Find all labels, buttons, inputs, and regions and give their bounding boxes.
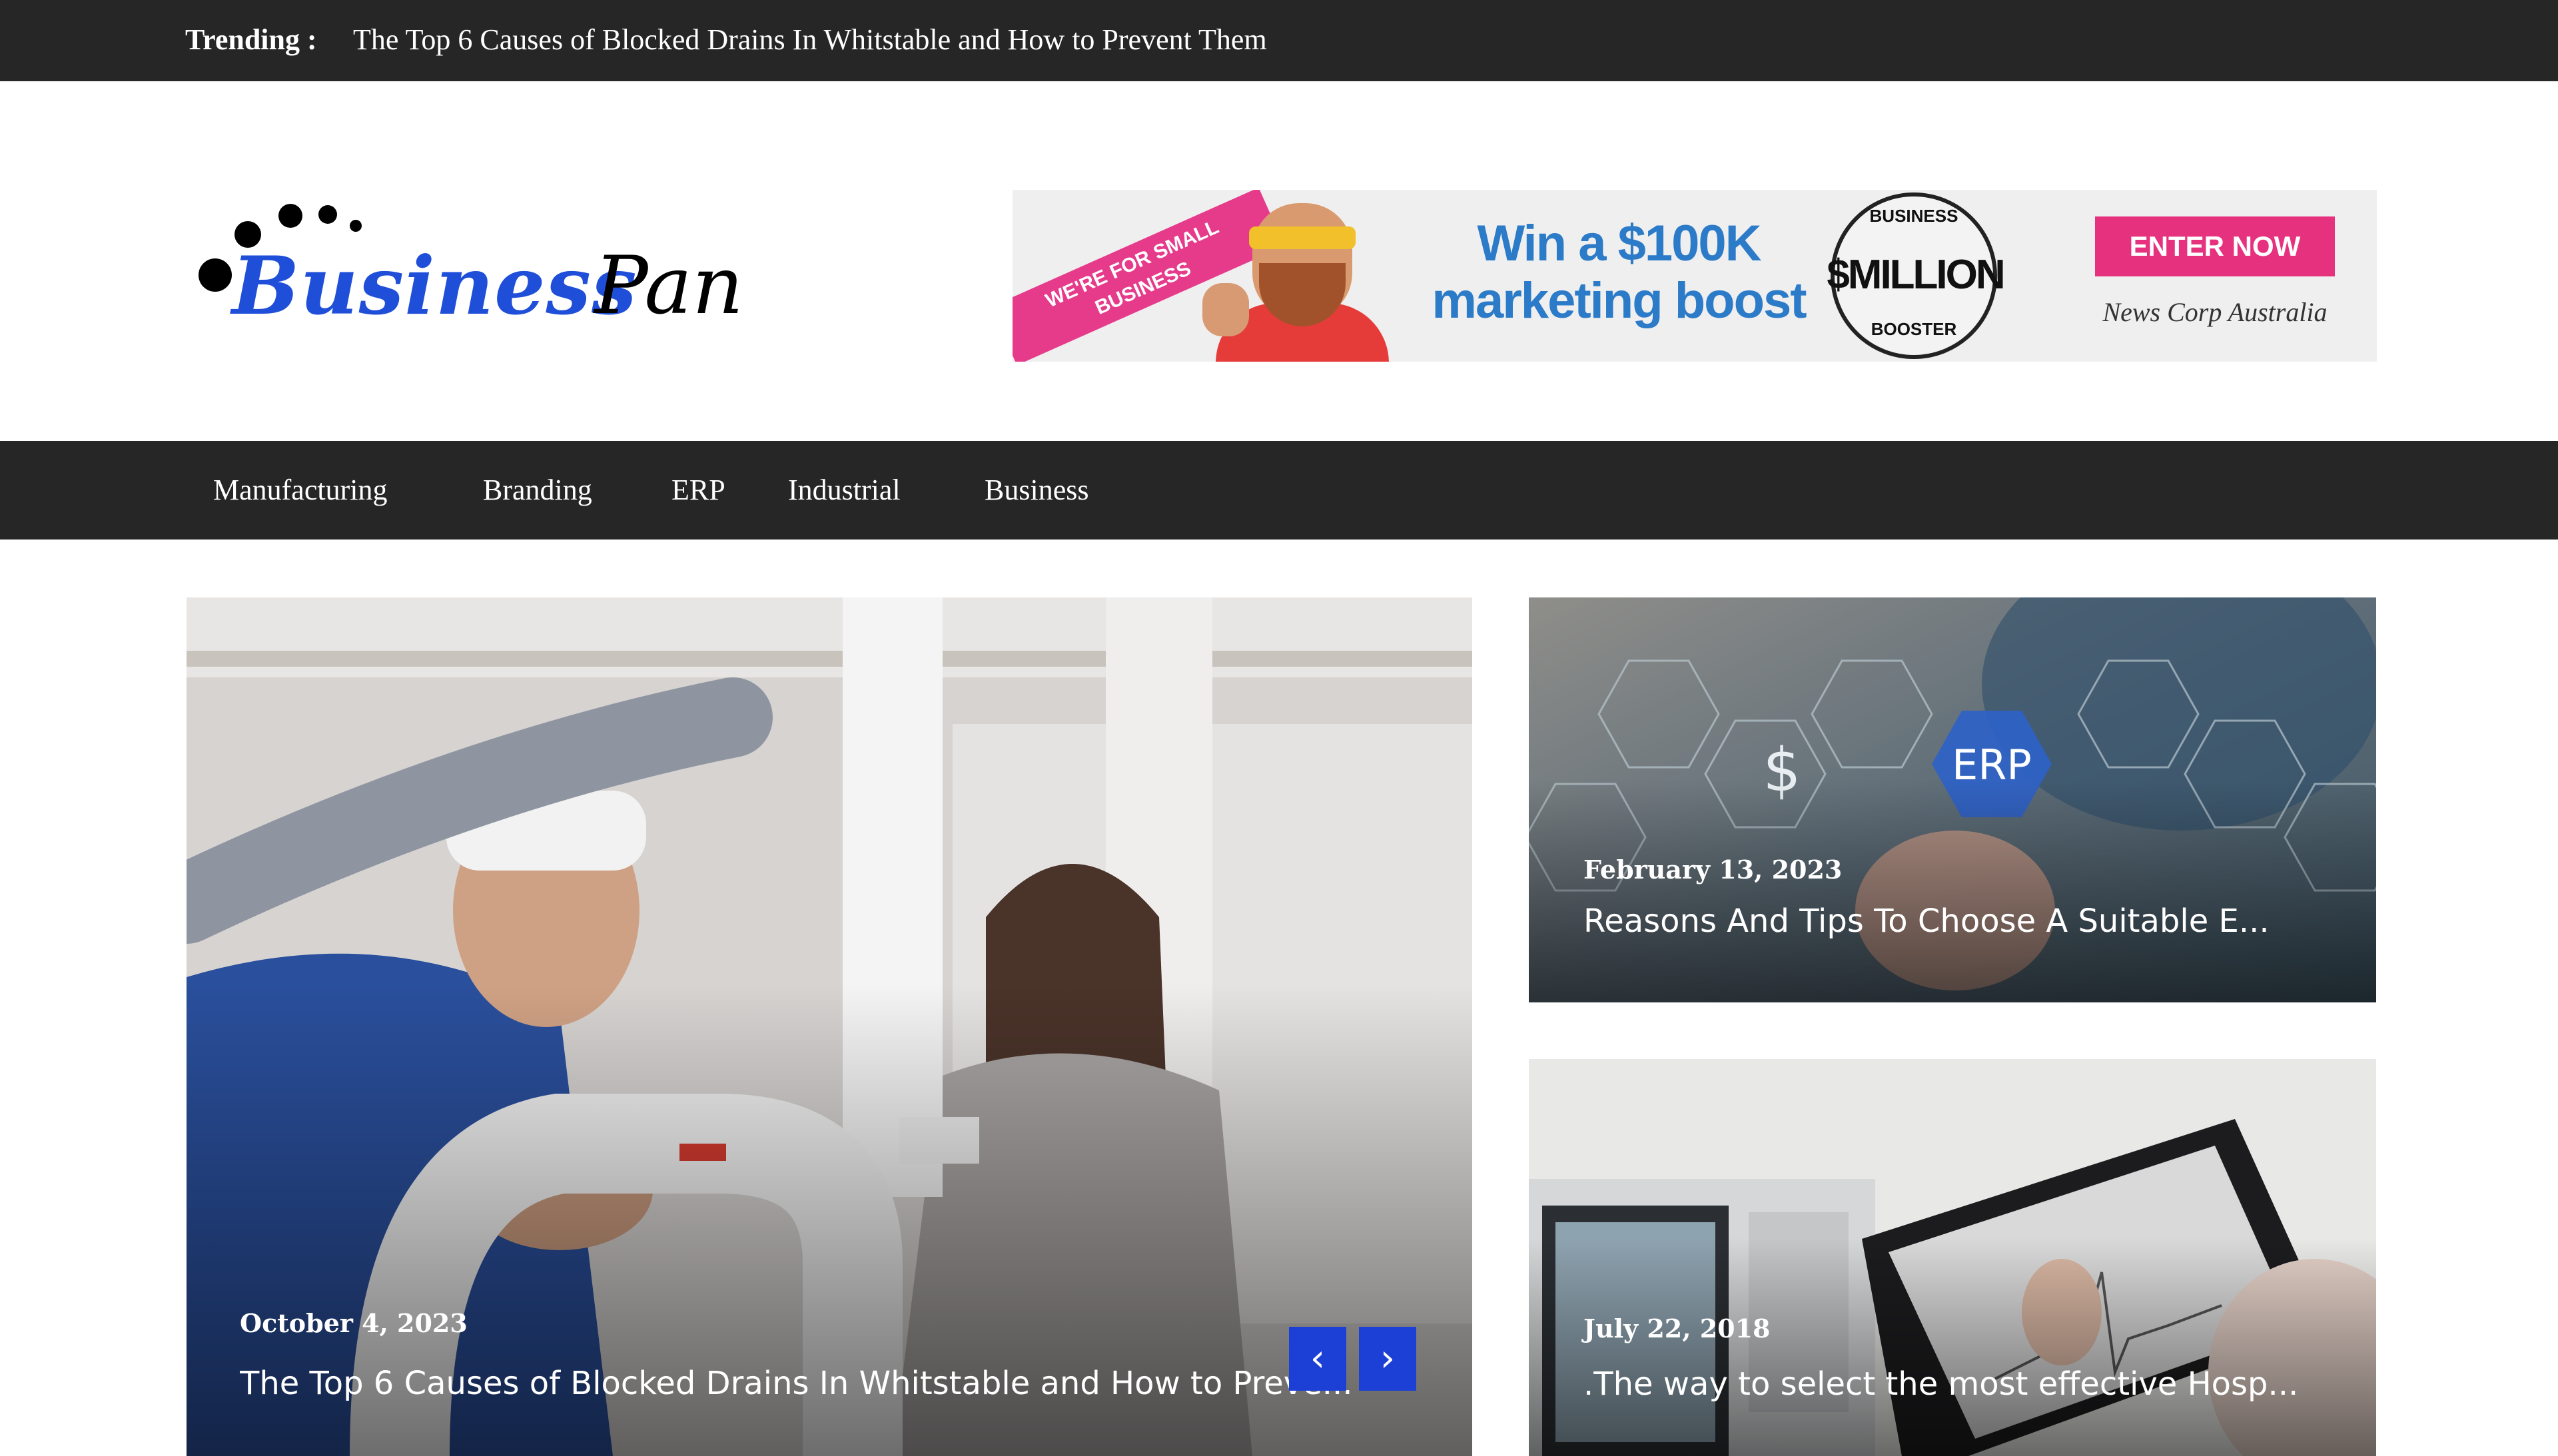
ad-headline: Win a $100K marketing boost [1412, 215, 1825, 330]
trending-link[interactable]: The Top 6 Causes of Blocked Drains In Wh… [353, 20, 1267, 60]
hospital-post-date: July 22, 2018 [1583, 1313, 1771, 1343]
erp-post-date: February 13, 2023 [1583, 855, 1843, 885]
chevron-left-icon: ‹ [1310, 1337, 1326, 1380]
logo-dot [278, 204, 302, 228]
logo-dot [350, 220, 362, 232]
ad-headline-line2: marketing boost [1432, 272, 1807, 329]
logo-word-business: Business [232, 239, 638, 333]
nav-item-business[interactable]: Business [985, 470, 1088, 510]
erp-card-shade [1529, 779, 2376, 1002]
nav-item-industrial[interactable]: Industrial [788, 470, 901, 510]
hospital-post-title[interactable]: .The way to select the most effective Ho… [1583, 1365, 2330, 1403]
main-post-date: October 4, 2023 [240, 1308, 468, 1338]
erp-post-title[interactable]: Reasons And Tips To Choose A Suitable E.… [1583, 903, 2330, 940]
logo-dot [318, 205, 337, 224]
chevron-right-icon: › [1380, 1337, 1396, 1380]
ad-brand-logo: News Corp Australia [2102, 297, 2328, 327]
hospital-card-shade [1529, 1238, 2376, 1456]
trending-label: Trending : [185, 23, 317, 56]
featured-post-main[interactable]: October 4, 2023 The Top 6 Causes of Bloc… [187, 597, 1472, 1456]
slider-prev-button[interactable]: ‹ [1289, 1327, 1346, 1391]
banner-ad[interactable]: WE'RE FOR SMALL BUSINESS Win a $100K mar… [1013, 190, 2377, 362]
ad-enter-now-button[interactable]: ENTER NOW [2095, 216, 2335, 276]
nav-item-manufacturing[interactable]: Manufacturing [213, 470, 387, 510]
ad-person-image [1202, 190, 1402, 362]
logo-dot [199, 258, 232, 292]
main-post-title[interactable]: The Top 6 Causes of Blocked Drains In Wh… [240, 1365, 1386, 1402]
ad-seal-bottom: BOOSTER [1871, 319, 1957, 339]
ad-seal-logo: BUSINESS $MILLION BOOSTER [1827, 192, 2006, 359]
featured-post-erp[interactable]: ERP $ February 13, 2023 Reasons And Tips… [1529, 597, 2376, 1002]
ad-seal-middle: $MILLION [1827, 252, 2005, 298]
main-nav: Manufacturing Branding ERP Industrial Bu… [0, 441, 2558, 540]
nav-item-erp[interactable]: ERP [671, 470, 725, 510]
featured-post-hospital[interactable]: July 22, 2018 .The way to select the mos… [1529, 1059, 2376, 1456]
ad-seal-top: BUSINESS [1869, 206, 1958, 226]
nav-item-branding[interactable]: Branding [483, 470, 592, 510]
slider-next-button[interactable]: › [1359, 1327, 1416, 1391]
logo-word-pan: Pan [594, 240, 744, 332]
trending-bar: Trending : The Top 6 Causes of Blocked D… [0, 0, 2558, 81]
ad-headline-line1: Win a $100K [1477, 215, 1761, 272]
site-logo[interactable]: Business Pan [193, 197, 746, 344]
